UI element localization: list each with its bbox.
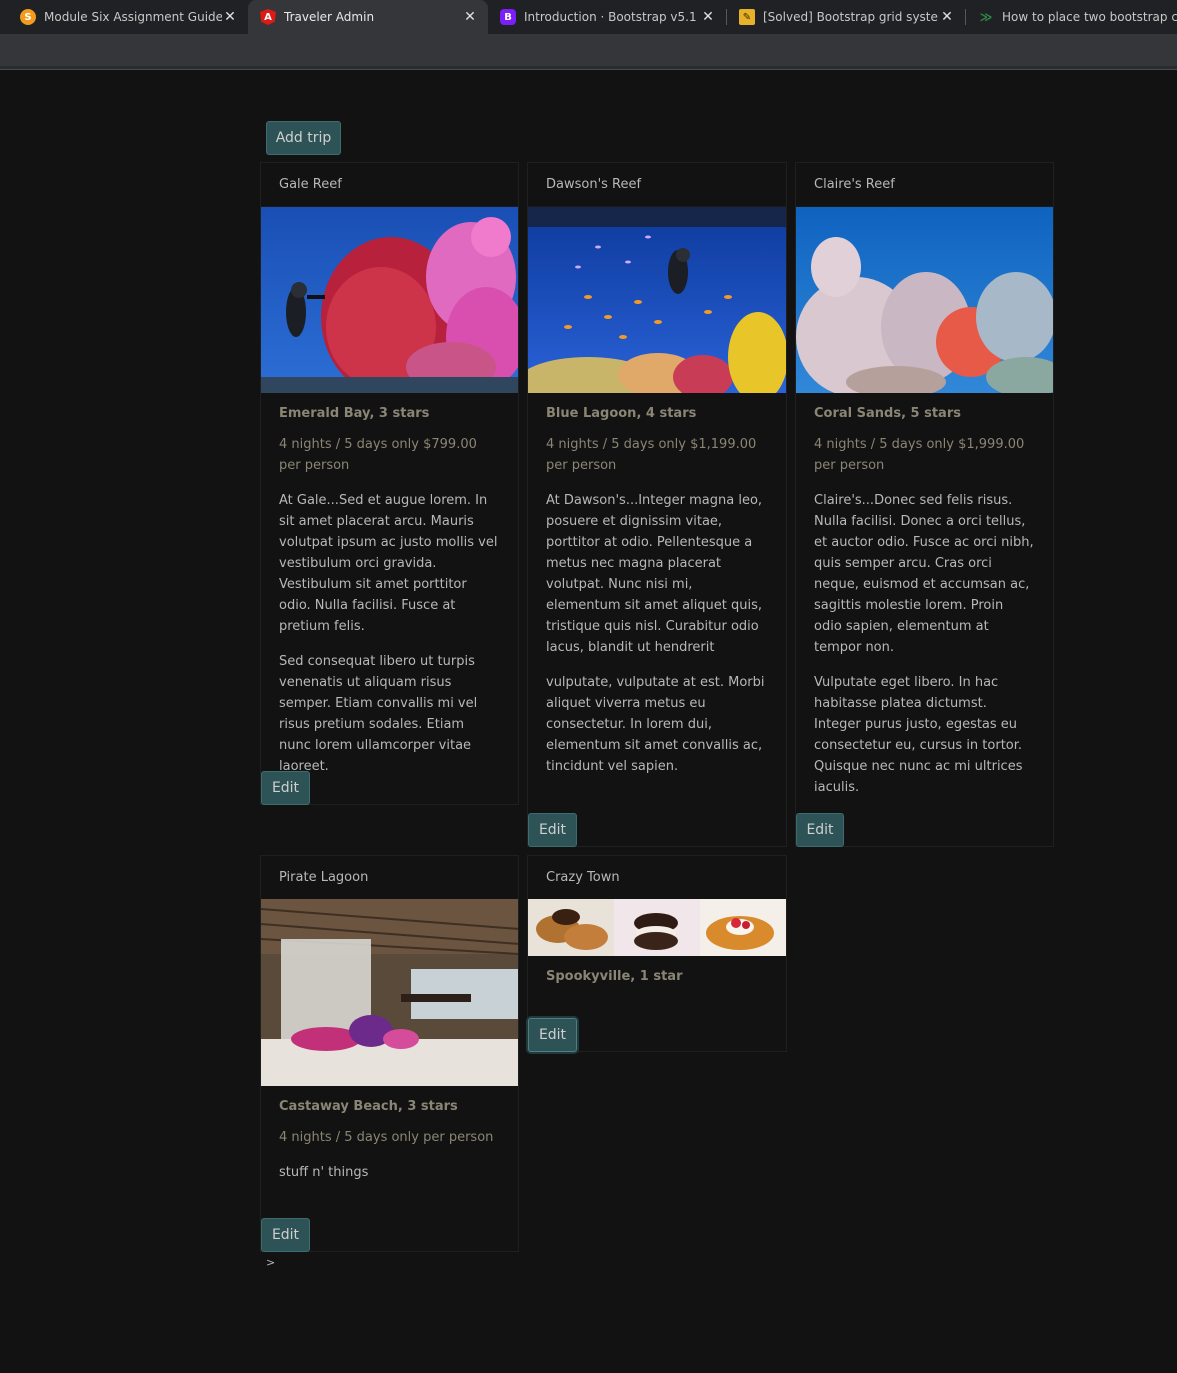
card-title: Dawson's Reef <box>528 163 786 207</box>
card-price: 4 nights / 5 days only $799.00 per perso… <box>279 437 477 473</box>
tab-title: Module Six Assignment Guideline <box>44 10 222 24</box>
tab-title: How to place two bootstrap card <box>1002 10 1177 24</box>
card-title: Crazy Town <box>528 856 786 900</box>
edit-button[interactable]: Edit <box>528 813 577 847</box>
card-body: Coral Sands, 5 stars 4 nights / 5 days o… <box>796 406 1053 798</box>
card-subtitle: Blue Lagoon, 4 stars <box>546 406 697 421</box>
card-price: 4 nights / 5 days only per person <box>279 1130 494 1145</box>
edit-button[interactable]: Edit <box>261 1218 310 1252</box>
edit-button[interactable]: Edit <box>261 771 310 805</box>
edit-button[interactable]: Edit <box>528 1018 577 1052</box>
card-description: Sed consequat libero ut turpis venenatis… <box>279 654 478 774</box>
browser-toolbar <box>0 34 1177 66</box>
browser-tab-solved-grid[interactable]: ✎ [Solved] Bootstrap grid system n ✕ <box>727 0 965 34</box>
trip-card-claires-reef: Claire's Reef Coral Sands, 5 stars 4 nig… <box>795 162 1054 847</box>
card-body: Blue Lagoon, 4 stars 4 nights / 5 days o… <box>528 406 786 777</box>
card-body: Castaway Beach, 3 stars 4 nights / 5 day… <box>261 1099 518 1183</box>
tab-title: [Solved] Bootstrap grid system n <box>763 10 939 24</box>
add-trip-button[interactable]: Add trip <box>266 121 341 155</box>
reef-diver-photo <box>261 207 518 393</box>
card-price: 4 nights / 5 days only $1,199.00 per per… <box>546 437 757 473</box>
close-icon[interactable]: ✕ <box>462 9 478 25</box>
coral-photo <box>796 207 1053 393</box>
card-title: Gale Reef <box>261 163 518 207</box>
card-description: At Gale...Sed et augue lorem. In sit ame… <box>279 493 498 634</box>
bootstrap-icon: B <box>500 9 516 25</box>
browser-tab-traveler-admin[interactable]: A Traveler Admin ✕ <box>248 0 488 34</box>
card-body: Emerald Bay, 3 stars 4 nights / 5 days o… <box>261 406 518 777</box>
toolbar-divider <box>0 66 1177 70</box>
close-icon[interactable]: ✕ <box>700 9 716 25</box>
card-description: vulputate, vulputate at est. Morbi aliqu… <box>546 675 765 774</box>
gfg-icon: ≫ <box>979 10 993 24</box>
card-price: 4 nights / 5 days only $1,999.00 per per… <box>814 437 1025 473</box>
card-description: Vulputate eget libero. In hac habitasse … <box>814 675 1023 795</box>
card-subtitle: Castaway Beach, 3 stars <box>279 1099 458 1114</box>
browser-tab-two-cards[interactable]: ≫ How to place two bootstrap card <box>966 0 1177 34</box>
card-subtitle: Coral Sands, 5 stars <box>814 406 961 421</box>
tab-title: Traveler Admin <box>284 10 375 24</box>
trip-card-pirate-lagoon: Pirate Lagoon Castaway Beach, 3 stars 4 … <box>260 855 519 1252</box>
trip-card-crazy-town: Crazy Town Spookyville, 1 star Edit <box>527 855 787 1052</box>
trip-card-dawsons-reef: Dawson's Reef Blue Lagoon, 4 stars 4 nig… <box>527 162 787 847</box>
card-body: Spookyville, 1 star <box>528 969 786 984</box>
angular-icon: A <box>260 9 276 25</box>
card-description: At Dawson's...Integer magna leo, posuere… <box>546 493 763 655</box>
reef-fish-photo <box>528 207 786 393</box>
card-description: Claire's...Donec sed felis risus. Nulla … <box>814 493 1034 655</box>
desserts-photo <box>528 899 786 956</box>
tab-title: Introduction · Bootstrap v5.1 <box>524 10 697 24</box>
browser-tab-bootstrap-intro[interactable]: B Introduction · Bootstrap v5.1 ✕ <box>488 0 726 34</box>
card-title: Pirate Lagoon <box>261 856 518 900</box>
footer-text: > <box>266 1256 276 1269</box>
card-subtitle: Emerald Bay, 3 stars <box>279 406 430 421</box>
solved-icon: ✎ <box>739 9 755 25</box>
card-description: stuff n' things <box>279 1165 369 1180</box>
close-icon[interactable]: ✕ <box>939 9 955 25</box>
card-title: Claire's Reef <box>796 163 1053 207</box>
card-subtitle: Spookyville, 1 star <box>546 969 683 984</box>
close-icon[interactable]: ✕ <box>222 9 238 25</box>
snhu-icon: S <box>20 9 36 25</box>
edit-button[interactable]: Edit <box>796 813 844 847</box>
browser-tab-module-six[interactable]: S Module Six Assignment Guideline ✕ <box>8 0 248 34</box>
bungalow-bedroom-photo <box>261 899 518 1086</box>
browser-tab-strip: S Module Six Assignment Guideline ✕ A Tr… <box>0 0 1177 34</box>
trip-card-gale-reef: Gale Reef Emerald Bay, 3 stars 4 nights … <box>260 162 519 805</box>
